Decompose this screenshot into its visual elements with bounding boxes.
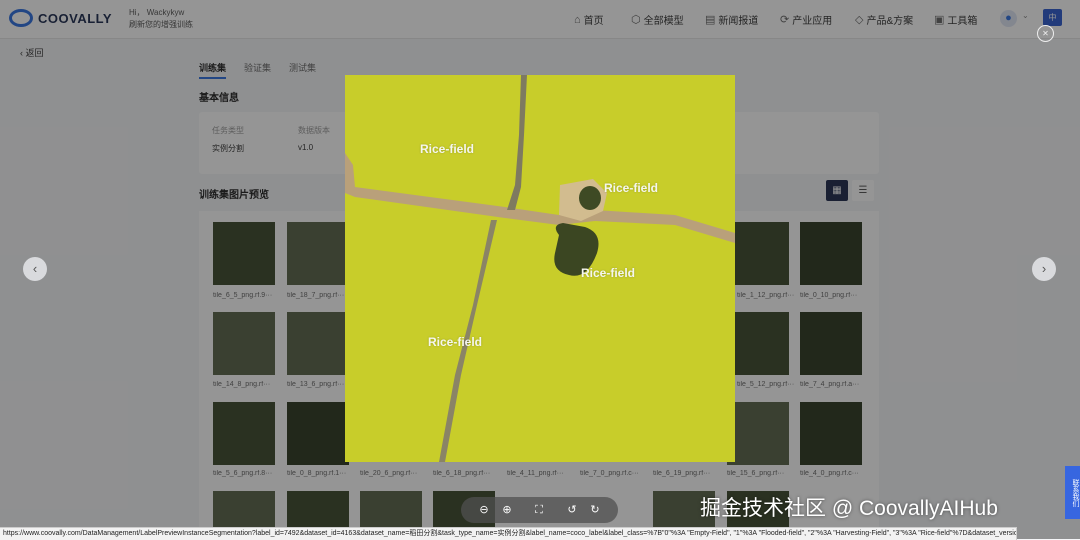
segmentation-mask-image: [345, 75, 735, 462]
next-image-button[interactable]: ›: [1032, 257, 1056, 281]
annotation-label: Rice-field: [420, 142, 475, 156]
rotate-right-icon[interactable]: ↻: [587, 502, 603, 518]
status-bar-url: https://www.coovally.com/DataManagement/…: [0, 527, 1017, 540]
fullscreen-icon[interactable]: ⛶: [531, 502, 547, 518]
annotation-label: Rice-field: [428, 335, 483, 349]
zoom-out-icon[interactable]: ⊖: [476, 502, 492, 518]
image-toolbar: ⊖ ⊕ ⛶ ↺ ↻: [461, 497, 618, 523]
rotate-left-icon[interactable]: ↺: [564, 502, 580, 518]
contact-us-button[interactable]: 联系我们: [1065, 466, 1080, 519]
chevron-right-icon: ›: [1041, 261, 1047, 276]
annotation-label: Rice-field: [604, 181, 659, 195]
close-icon[interactable]: ✕: [1037, 25, 1054, 42]
zoom-in-icon[interactable]: ⊕: [499, 502, 515, 518]
watermark: 掘金技术社区 @ CoovallyAIHub: [700, 497, 998, 520]
previous-image-button[interactable]: ‹: [23, 257, 47, 281]
chevron-left-icon: ‹: [32, 261, 38, 276]
annotation-label: Rice-field: [581, 266, 636, 280]
preview-image: Rice-field Rice-field Rice-field Rice-fi…: [345, 75, 735, 462]
